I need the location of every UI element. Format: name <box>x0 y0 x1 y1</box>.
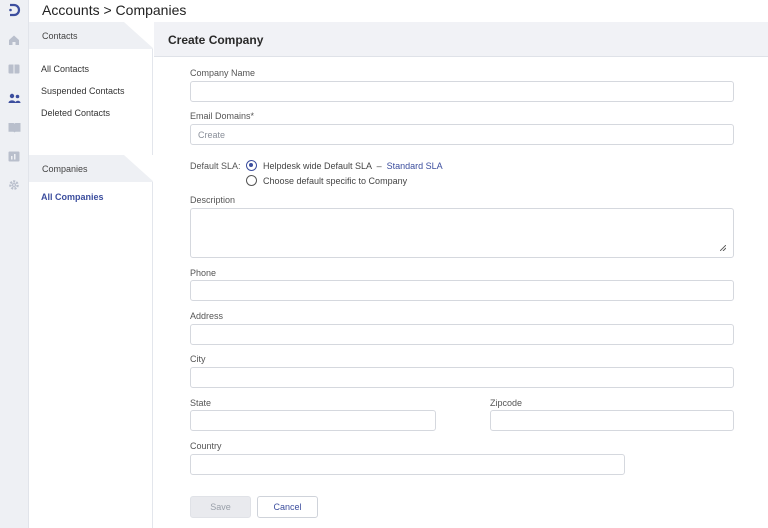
email-domains-input[interactable] <box>190 124 734 145</box>
companies-section-header: Companies <box>29 155 154 182</box>
company-name-input[interactable] <box>190 81 734 102</box>
state-label: State <box>190 398 212 408</box>
cancel-button[interactable]: Cancel <box>257 496 318 518</box>
sla-option-1-text: Helpdesk wide Default SLA <box>263 161 372 171</box>
breadcrumb: Accounts > Companies <box>42 2 187 18</box>
save-button[interactable]: Save <box>190 496 251 518</box>
address-label: Address <box>190 311 224 321</box>
city-input[interactable] <box>190 367 734 388</box>
phone-input[interactable] <box>190 280 734 301</box>
sidebar-item-all-companies[interactable]: All Companies <box>41 192 104 202</box>
zipcode-label: Zipcode <box>490 398 523 408</box>
contacts-section-header: Contacts <box>29 22 154 49</box>
knowledge-base-icon[interactable] <box>7 120 21 134</box>
sidebar-item-deleted-contacts[interactable]: Deleted Contacts <box>41 108 110 118</box>
description-textarea[interactable] <box>190 208 734 258</box>
sla-option-helpdesk-default: Helpdesk wide Default SLA – Standard SLA <box>263 161 443 171</box>
sla-separator: – <box>376 161 382 171</box>
city-label: City <box>190 354 206 364</box>
email-domains-label: Email Domains* <box>190 111 255 121</box>
contacts-icon[interactable] <box>7 91 21 105</box>
country-input[interactable] <box>190 454 625 475</box>
companies-section-label: Companies <box>42 164 88 174</box>
form-header: Create Company <box>154 22 768 57</box>
icon-rail <box>0 0 29 528</box>
settings-icon[interactable] <box>7 178 21 192</box>
standard-sla-link[interactable]: Standard SLA <box>387 161 443 171</box>
app-window: Accounts > Companies Contacts All Contac… <box>0 0 768 528</box>
phone-label: Phone <box>190 268 217 278</box>
default-sla-label: Default SLA: <box>190 161 241 171</box>
page-title: Create Company <box>168 33 264 47</box>
reports-icon[interactable] <box>7 149 21 163</box>
tickets-icon[interactable] <box>7 62 21 76</box>
company-name-label: Company Name <box>190 68 256 78</box>
main-panel: Create Company Company Name Email Domain… <box>154 22 768 528</box>
sla-option-company-specific: Choose default specific to Company <box>263 176 408 186</box>
sla-company-specific-radio[interactable] <box>246 175 257 186</box>
top-bar: Accounts > Companies <box>29 0 768 22</box>
address-input[interactable] <box>190 324 734 345</box>
contacts-section-label: Contacts <box>42 31 78 41</box>
country-label: Country <box>190 441 222 451</box>
logo-icon[interactable] <box>7 3 21 17</box>
sidebar-item-suspended-contacts[interactable]: Suspended Contacts <box>41 86 125 96</box>
sla-helpdesk-default-radio[interactable] <box>246 160 257 171</box>
state-input[interactable] <box>190 410 436 431</box>
sidebar-item-all-contacts[interactable]: All Contacts <box>41 64 89 74</box>
home-icon[interactable] <box>7 33 21 47</box>
zipcode-input[interactable] <box>490 410 734 431</box>
resize-handle-icon[interactable] <box>720 245 726 251</box>
secondary-sidebar: Contacts All Contacts Suspended Contacts… <box>29 22 154 528</box>
description-label: Description <box>190 195 236 205</box>
